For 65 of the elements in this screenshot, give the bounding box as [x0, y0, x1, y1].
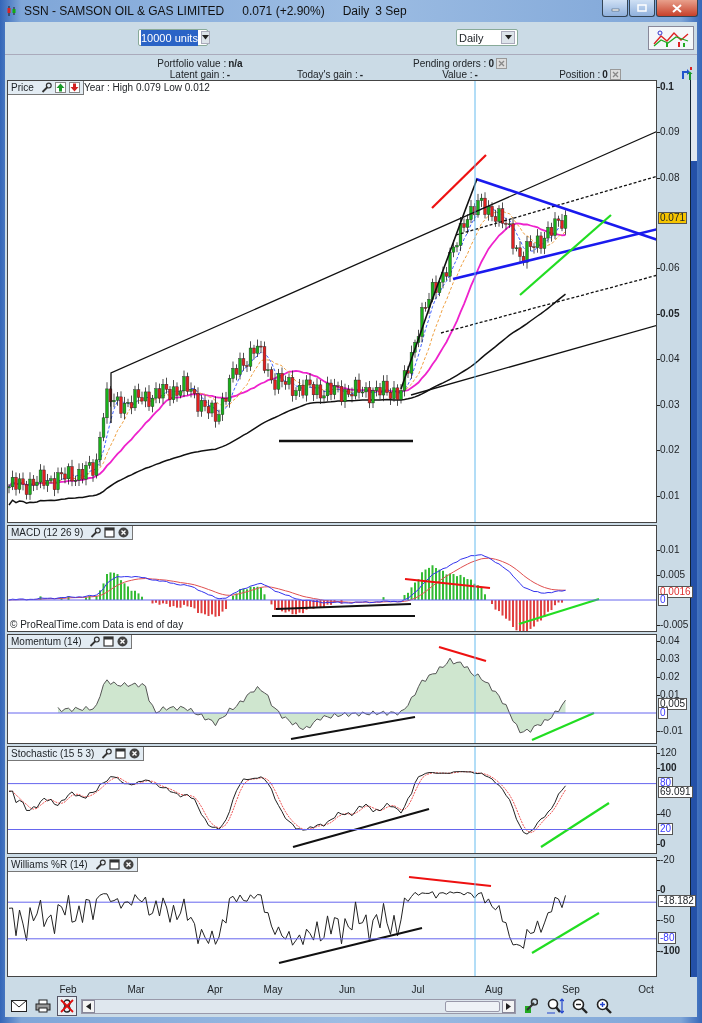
- axis-tick-label: 0.03: [660, 399, 680, 410]
- period-label: Daily: [342, 3, 370, 20]
- value-label: 0: [658, 706, 668, 719]
- panel-title: Momentum (14): [11, 635, 82, 647]
- account-label: Value :: [442, 68, 473, 80]
- axis-tick-label: 0.05: [660, 308, 680, 319]
- month-label: Feb: [59, 982, 77, 997]
- axis-tick-label: 0.02: [660, 445, 680, 456]
- value-label: -18.182: [658, 894, 696, 907]
- axis-tick-label: 0.04: [660, 354, 680, 365]
- date-label: 3 Sep: [375, 3, 407, 20]
- axis-tick-label: -0.01: [660, 725, 683, 736]
- account-label: Pending orders :: [413, 57, 487, 69]
- month-label: Jun: [338, 982, 356, 997]
- account-value: -: [359, 68, 364, 80]
- value-label: 20: [658, 823, 674, 836]
- month-label: Apr: [207, 982, 223, 997]
- axis-tick-label: 0.1: [660, 81, 674, 92]
- copyright-text: © ProRealTime.com Data is end of day: [10, 618, 184, 630]
- month-label: Jul: [411, 982, 425, 997]
- axis-tick-label: 0.005: [660, 569, 686, 580]
- value-label: -80: [658, 932, 677, 945]
- panel-title: Stochastic (15 5 3): [11, 747, 95, 759]
- axis-tick-label: 0.03: [660, 653, 680, 664]
- panel-title: MACD (12 26 9): [11, 526, 84, 538]
- month-label: Oct: [638, 982, 654, 997]
- panel-title: Price: [11, 81, 34, 93]
- account-value: 0: [488, 57, 494, 69]
- panel-title: Williams %R (14): [11, 858, 88, 870]
- axis-tick-label: 0: [660, 884, 666, 895]
- axis-tick-label: 0.06: [660, 263, 680, 274]
- account-value: n/a: [228, 57, 243, 69]
- axis-tick-label: 0.04: [660, 635, 680, 646]
- axis-tick-label: 100: [660, 763, 677, 773]
- value-label: 69.091: [658, 785, 693, 798]
- axis-tick-label: 0: [660, 839, 666, 850]
- account-label: Latent gain :: [169, 68, 225, 80]
- month-label: Sep: [562, 982, 580, 997]
- window-title: SSN - SAMSON OIL & GAS LIMITED: [24, 3, 225, 20]
- account-label: Portfolio value :: [157, 57, 227, 69]
- axis-tick-label: 0.01: [660, 689, 680, 700]
- account-label: Position :: [559, 68, 601, 80]
- axis-tick-label: 0.02: [660, 671, 680, 682]
- month-label: Mar: [127, 982, 145, 997]
- month-label: Aug: [485, 982, 503, 997]
- quantity-dropdown[interactable]: 10000 units: [138, 29, 208, 47]
- axis-tick-label: -0.005: [660, 619, 689, 630]
- axis-tick-label: -50: [660, 915, 675, 926]
- axis-tick-label: -20: [660, 854, 675, 865]
- axis-tick-label: 0.01: [660, 544, 680, 555]
- axis-tick-label: 0.09: [660, 127, 680, 138]
- timeframe-dropdown[interactable]: Daily: [456, 29, 518, 47]
- account-value: -: [226, 68, 231, 80]
- axis-tick-label: 0.01: [660, 490, 680, 501]
- year-range-text: Year : High 0.079 Low 0.012: [84, 81, 210, 93]
- account-label: Today's gain :: [296, 68, 358, 80]
- month-label: May: [263, 982, 283, 997]
- price-quote: 0.071 (+2.90%): [242, 3, 325, 20]
- account-value: 0: [602, 68, 608, 80]
- value-label: 0.071: [658, 212, 688, 225]
- axis-tick-label: 0.08: [660, 172, 680, 183]
- axis-tick-label: 40: [660, 808, 672, 819]
- axis-tick-label: -100: [660, 945, 680, 956]
- axis-tick-label: 120: [660, 747, 677, 758]
- account-value: -: [474, 68, 478, 80]
